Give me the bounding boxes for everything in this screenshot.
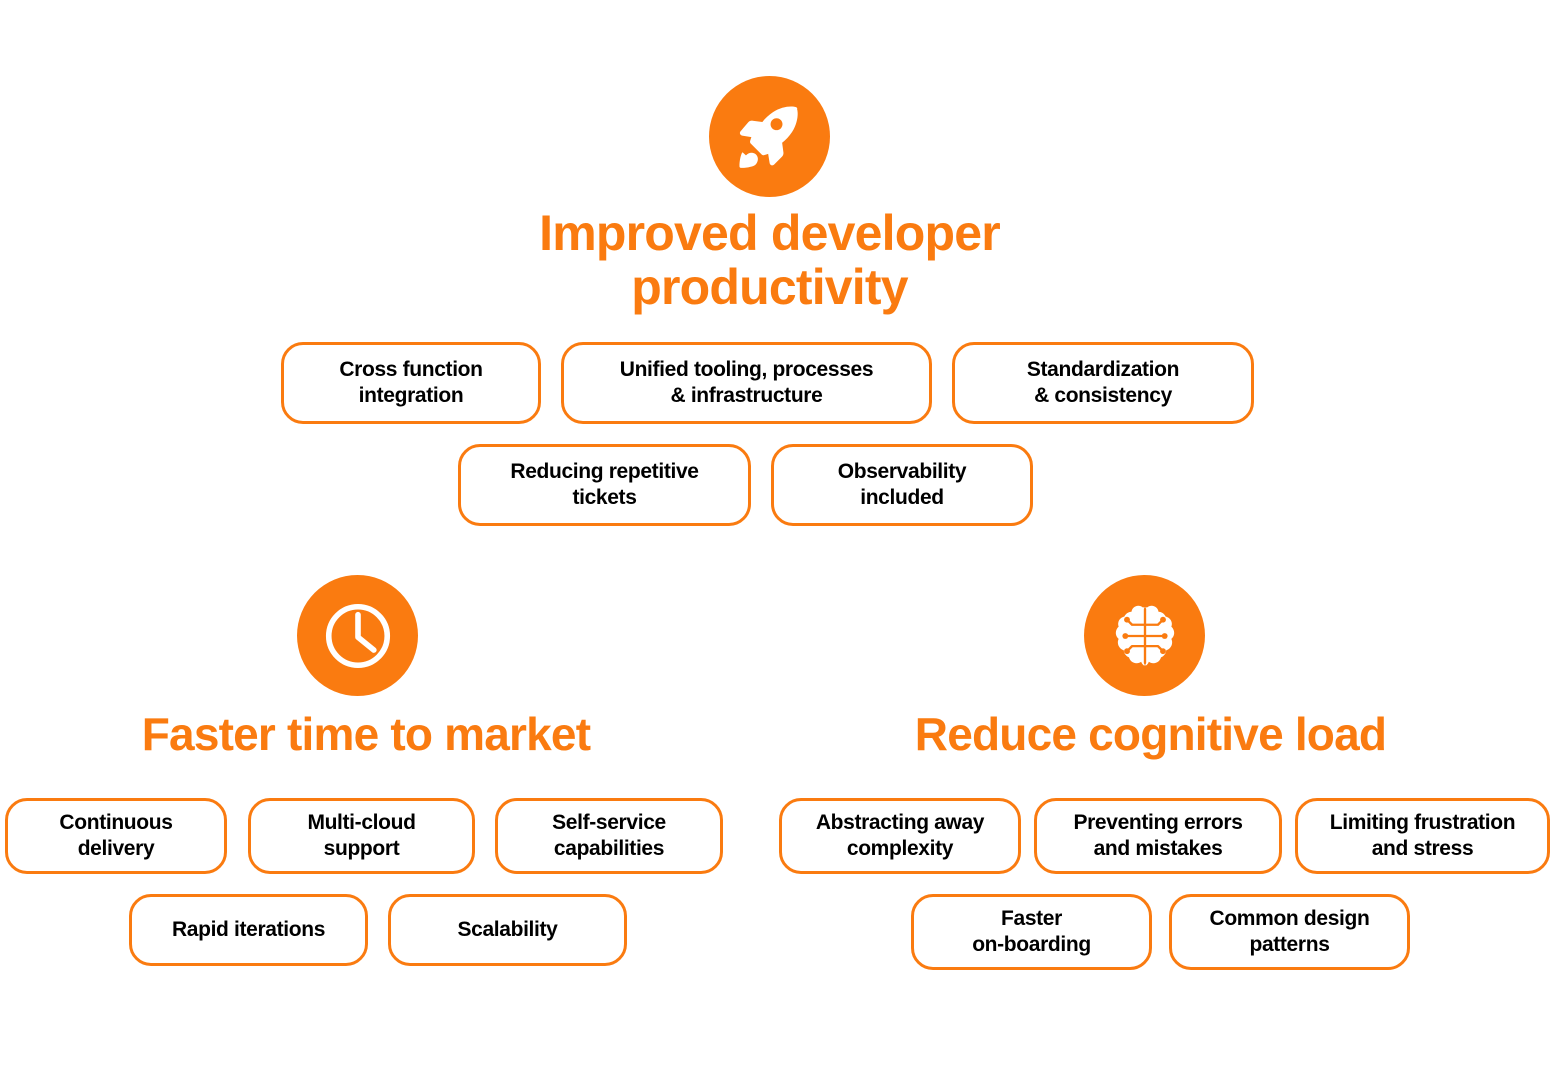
pill-common-design-patterns: Common design patterns (1169, 894, 1410, 970)
pill-unified-tooling: Unified tooling, processes & infrastruct… (561, 342, 932, 424)
pill-cross-function-integration: Cross function integration (281, 342, 541, 424)
pill-continuous-delivery: Continuous delivery (5, 798, 227, 874)
pill-scalability: Scalability (388, 894, 627, 966)
pill-limiting-frustration-and-stress: Limiting frustration and stress (1295, 798, 1550, 874)
rocket-icon (709, 76, 830, 197)
pill-observability-included: Observability included (771, 444, 1033, 526)
pill-preventing-errors-and-mistakes: Preventing errors and mistakes (1034, 798, 1282, 874)
group-heading-faster-time-to-market: Faster time to market (141, 708, 591, 760)
pill-abstracting-away-complexity: Abstracting away complexity (779, 798, 1021, 874)
clock-icon (297, 575, 418, 696)
pill-faster-on-boarding: Faster on-boarding (911, 894, 1152, 970)
group-heading-reduce-cognitive-load: Reduce cognitive load (914, 708, 1387, 760)
pill-reducing-repetitive-tickets: Reducing repetitive tickets (458, 444, 751, 526)
pill-rapid-iterations: Rapid iterations (129, 894, 368, 966)
diagram-canvas: Improved developer productivity Cross fu… (0, 0, 1554, 1080)
pill-self-service-capabilities: Self-service capabilities (495, 798, 723, 874)
pill-standardization-consistency: Standardization & consistency (952, 342, 1254, 424)
pill-multi-cloud-support: Multi-cloud support (248, 798, 475, 874)
brain-icon (1084, 575, 1205, 696)
group-heading-improved-developer-productivity: Improved developer productivity (539, 205, 1001, 315)
